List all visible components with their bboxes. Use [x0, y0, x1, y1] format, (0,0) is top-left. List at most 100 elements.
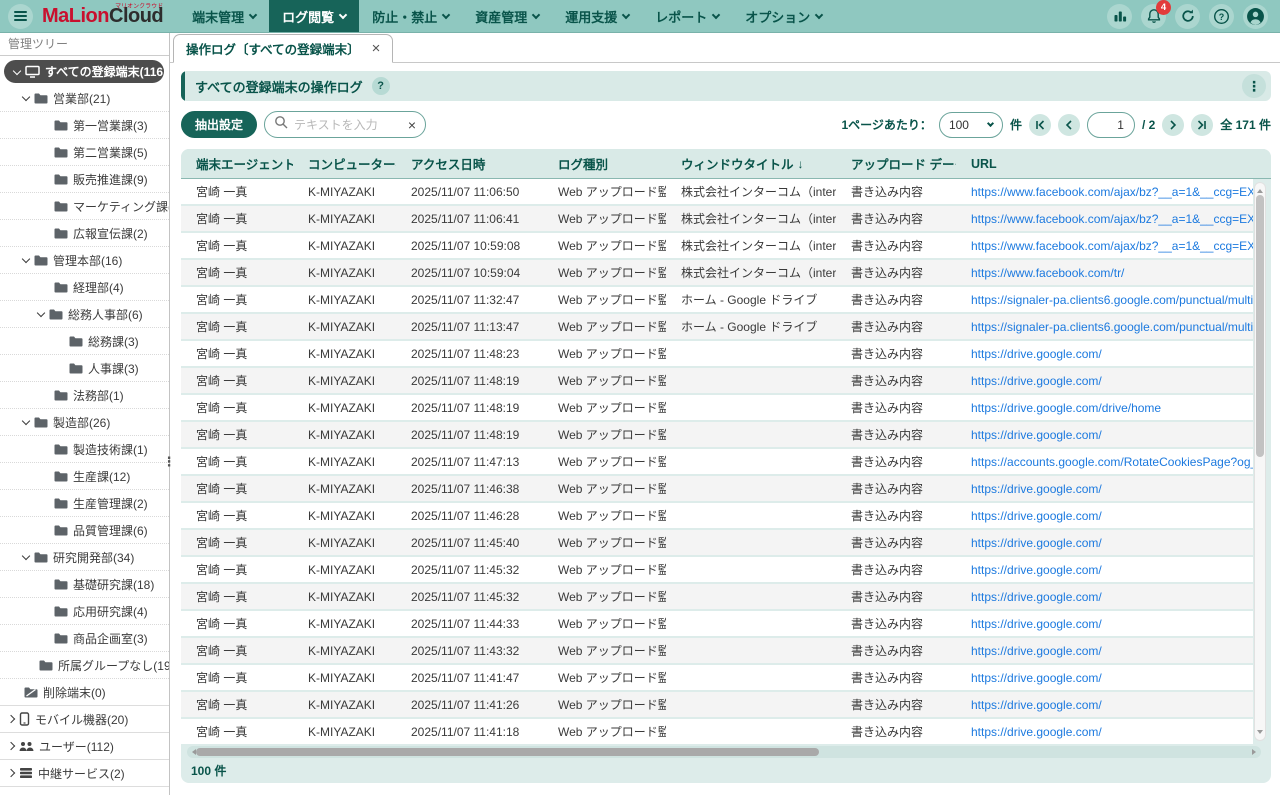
url-link[interactable]: https://drive.google.com/: [971, 536, 1102, 550]
help-button[interactable]: ?: [1209, 4, 1234, 29]
tree-item[interactable]: 所属グループなし(19): [0, 652, 169, 679]
tree-item[interactable]: マーケティング課(2): [0, 193, 169, 220]
table-row[interactable]: 宮崎 一真K-MIYAZAKI2025/11/07 11:44:33Web アッ…: [181, 611, 1253, 636]
tree-item[interactable]: 削除端末(0): [0, 679, 169, 706]
table-row[interactable]: 宮崎 一真K-MIYAZAKI2025/11/07 11:45:40Web アッ…: [181, 530, 1253, 555]
url-link[interactable]: https://drive.google.com/: [971, 671, 1102, 685]
chevron-down-icon[interactable]: [37, 309, 45, 317]
next-page-button[interactable]: [1162, 114, 1184, 136]
column-header[interactable]: ウィンドウタイトル↓: [666, 154, 836, 173]
url-link[interactable]: https://signaler-pa.clients6.google.com/…: [971, 293, 1253, 307]
table-row[interactable]: 宮崎 一真K-MIYAZAKI2025/11/07 11:48:19Web アッ…: [181, 368, 1253, 393]
table-row[interactable]: 宮崎 一真K-MIYAZAKI2025/11/07 11:41:18Web アッ…: [181, 719, 1253, 744]
tree-item[interactable]: 第二営業課(5): [0, 139, 169, 166]
chevron-right-icon[interactable]: [7, 715, 15, 723]
url-link[interactable]: https://www.facebook.com/ajax/bz?__a=1&_…: [971, 185, 1253, 199]
url-link[interactable]: https://drive.google.com/: [971, 698, 1102, 712]
table-row[interactable]: 宮崎 一真K-MIYAZAKI2025/11/07 10:59:08Web アッ…: [181, 233, 1253, 258]
nav-item-6[interactable]: レポート: [642, 0, 732, 32]
url-link[interactable]: https://drive.google.com/: [971, 509, 1102, 523]
stats-button[interactable]: [1107, 4, 1132, 29]
tree-item[interactable]: 経理部(4): [0, 274, 169, 301]
url-link[interactable]: https://www.facebook.com/tr/: [971, 266, 1124, 280]
clear-search-icon[interactable]: ×: [408, 118, 416, 132]
tree-item[interactable]: 総務課(3): [0, 328, 169, 355]
more-options-button[interactable]: ⋮: [1242, 74, 1266, 98]
column-header[interactable]: 端末エージェント名: [181, 154, 293, 173]
chevron-down-icon[interactable]: [22, 552, 30, 560]
tree-item[interactable]: 商品企画室(3): [0, 625, 169, 652]
nav-item-3[interactable]: 防止・禁止: [359, 0, 462, 32]
table-row[interactable]: 宮崎 一真K-MIYAZAKI2025/11/07 11:41:47Web アッ…: [181, 665, 1253, 690]
tree-item[interactable]: 研究開発部(34): [0, 544, 169, 571]
hamburger-menu-button[interactable]: [8, 4, 33, 29]
url-link[interactable]: https://signaler-pa.clients6.google.com/…: [971, 320, 1253, 334]
tree-item[interactable]: 製造技術課(1): [0, 436, 169, 463]
chevron-down-icon[interactable]: [22, 417, 30, 425]
table-row[interactable]: 宮崎 一真K-MIYAZAKI2025/11/07 11:46:38Web アッ…: [181, 476, 1253, 501]
tree-item[interactable]: 基礎研究課(18): [0, 571, 169, 598]
url-link[interactable]: https://drive.google.com/: [971, 725, 1102, 739]
first-page-button[interactable]: [1029, 114, 1051, 136]
url-link[interactable]: https://drive.google.com/: [971, 347, 1102, 361]
chevron-right-icon[interactable]: [7, 742, 15, 750]
table-row[interactable]: 宮崎 一真K-MIYAZAKI2025/11/07 11:41:26Web アッ…: [181, 692, 1253, 717]
vertical-scrollbar[interactable]: [1254, 182, 1266, 741]
url-link[interactable]: https://accounts.google.com/RotateCookie…: [971, 455, 1253, 469]
tree-item[interactable]: 法務部(1): [0, 382, 169, 409]
table-row[interactable]: 宮崎 一真K-MIYAZAKI2025/11/07 11:06:50Web アッ…: [181, 179, 1253, 204]
tree-item[interactable]: モバイル機器(20): [0, 706, 169, 733]
url-link[interactable]: https://drive.google.com/: [971, 644, 1102, 658]
nav-item-5[interactable]: 運用支援: [552, 0, 642, 32]
column-header[interactable]: アクセス日時: [396, 154, 543, 173]
tree-item[interactable]: 営業部(21): [0, 85, 169, 112]
nav-item-1[interactable]: 端末管理: [179, 0, 269, 32]
table-row[interactable]: 宮崎 一真K-MIYAZAKI2025/11/07 11:48:19Web アッ…: [181, 422, 1253, 447]
table-row[interactable]: 宮崎 一真K-MIYAZAKI2025/11/07 11:45:32Web アッ…: [181, 584, 1253, 609]
notifications-button[interactable]: 4: [1141, 4, 1166, 29]
nav-item-2[interactable]: ログ閲覧: [269, 0, 359, 32]
chevron-down-icon[interactable]: [22, 255, 30, 263]
tree-item[interactable]: 品質管理課(6): [0, 517, 169, 544]
tree-item[interactable]: 応用研究課(4): [0, 598, 169, 625]
horizontal-scrollbar[interactable]: [187, 746, 1261, 758]
url-link[interactable]: https://drive.google.com/drive/home: [971, 401, 1161, 415]
column-header[interactable]: コンピューター名: [293, 154, 396, 173]
tree-item[interactable]: 生産管理課(2): [0, 490, 169, 517]
prev-page-button[interactable]: [1058, 114, 1080, 136]
url-link[interactable]: https://www.facebook.com/ajax/bz?__a=1&_…: [971, 212, 1253, 226]
chevron-down-icon[interactable]: [13, 66, 21, 74]
help-icon[interactable]: ?: [372, 77, 390, 95]
url-link[interactable]: https://drive.google.com/: [971, 590, 1102, 604]
last-page-button[interactable]: [1191, 114, 1213, 136]
column-header[interactable]: ログ種別: [543, 154, 666, 173]
tree-item[interactable]: ユーザー(112): [0, 733, 169, 760]
refresh-button[interactable]: [1175, 4, 1200, 29]
tree-item[interactable]: 管理本部(16): [0, 247, 169, 274]
per-page-select[interactable]: 100: [939, 112, 1003, 138]
table-row[interactable]: 宮崎 一真K-MIYAZAKI2025/11/07 11:06:41Web アッ…: [181, 206, 1253, 231]
tree-item[interactable]: 製造部(26): [0, 409, 169, 436]
tab-operation-log[interactable]: 操作ログ〔すべての登録端末〕 ×: [173, 34, 393, 63]
table-row[interactable]: 宮崎 一真K-MIYAZAKI2025/11/07 11:43:32Web アッ…: [181, 638, 1253, 663]
url-link[interactable]: https://drive.google.com/: [971, 617, 1102, 631]
tree-item[interactable]: 人事課(3): [0, 355, 169, 382]
page-number-input[interactable]: [1087, 112, 1135, 138]
table-row[interactable]: 宮崎 一真K-MIYAZAKI2025/11/07 11:32:47Web アッ…: [181, 287, 1253, 312]
tab-close-icon[interactable]: ×: [372, 41, 381, 56]
tree-item[interactable]: 生産課(12): [0, 463, 169, 490]
chevron-right-icon[interactable]: [7, 769, 15, 777]
tree-item[interactable]: すべての登録端末(116): [4, 60, 164, 83]
tree-item[interactable]: 中継サービス(2): [0, 760, 169, 787]
url-link[interactable]: https://drive.google.com/: [971, 563, 1102, 577]
url-link[interactable]: https://drive.google.com/: [971, 374, 1102, 388]
horizontal-scrollbar-thumb[interactable]: [196, 748, 819, 756]
vertical-scrollbar-thumb[interactable]: [1256, 195, 1264, 457]
table-row[interactable]: 宮崎 一真K-MIYAZAKI2025/11/07 11:13:47Web アッ…: [181, 314, 1253, 339]
url-link[interactable]: https://www.facebook.com/ajax/bz?__a=1&_…: [971, 239, 1253, 253]
chevron-down-icon[interactable]: [22, 93, 30, 101]
column-header[interactable]: アップロード データ: [836, 154, 956, 173]
tree-item[interactable]: 総務人事部(6): [0, 301, 169, 328]
table-row[interactable]: 宮崎 一真K-MIYAZAKI2025/11/07 11:48:19Web アッ…: [181, 395, 1253, 420]
nav-item-7[interactable]: オプション: [732, 0, 835, 32]
